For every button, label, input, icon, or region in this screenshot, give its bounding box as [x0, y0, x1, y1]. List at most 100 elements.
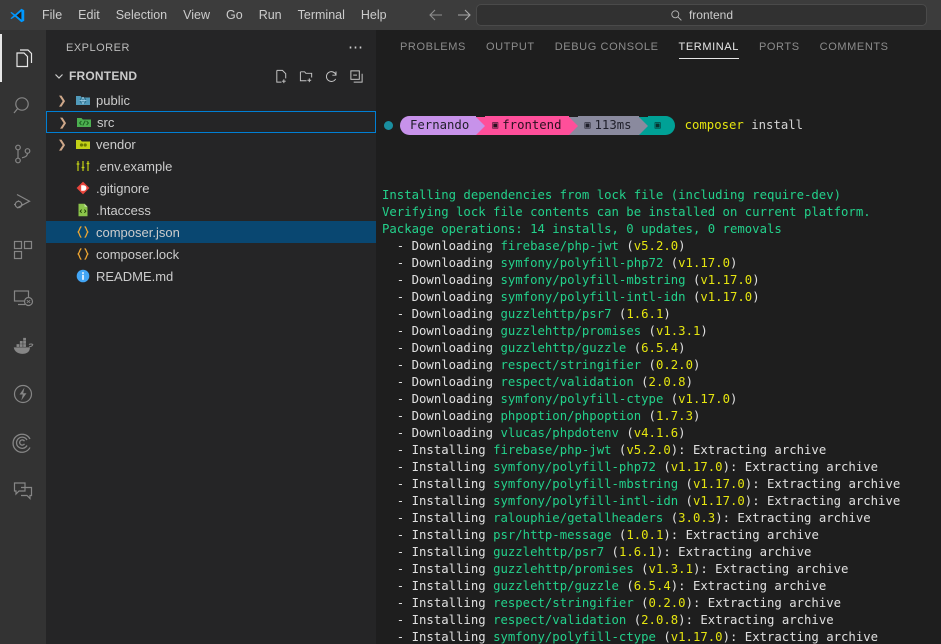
ellipsis-icon[interactable]: ⋯ — [348, 40, 364, 55]
arrow-left-icon[interactable] — [423, 5, 449, 25]
tree-item-composer-lock[interactable]: ❯ composer.lock — [46, 243, 376, 265]
tree-item-label: src — [97, 114, 115, 130]
terminal-text: 1.6.1 — [618, 545, 656, 559]
terminal-text: ( — [618, 426, 634, 440]
tree-item-env-example[interactable]: ❯ .env.example — [46, 155, 376, 177]
json-file-icon — [74, 246, 92, 262]
activity-remote-explorer[interactable] — [0, 274, 46, 322]
terminal-text: v1.17.0 — [700, 273, 753, 287]
refresh-icon[interactable] — [323, 68, 339, 84]
menu-go[interactable]: Go — [218, 4, 251, 26]
menu-help[interactable]: Help — [353, 4, 395, 26]
tree-item-gitignore[interactable]: ❯ .gitignore — [46, 177, 376, 199]
terminal-text: - Downloading — [382, 341, 501, 355]
chevron-down-icon — [52, 70, 66, 82]
tab-comments[interactable]: COMMENTS — [810, 30, 899, 63]
tree-item-readme[interactable]: ❯ README.md — [46, 265, 376, 287]
terminal-text: v1.17.0 — [678, 392, 730, 406]
activity-docker[interactable] — [0, 322, 46, 370]
terminal-text: symfony/polyfill-ctype — [493, 630, 656, 644]
prompt-separator — [568, 116, 578, 135]
terminal-text: - Installing — [382, 477, 494, 491]
folder-name: FRONTEND — [69, 69, 138, 83]
terminal-text: - Downloading — [382, 358, 501, 372]
terminal-text: ) — [678, 239, 686, 253]
menu-file[interactable]: File — [34, 4, 70, 26]
terminal-text: ) — [692, 409, 701, 423]
activity-run-and-debug[interactable] — [0, 178, 46, 226]
terminal-text: ( — [633, 562, 649, 576]
folder-section-header[interactable]: FRONTEND — [46, 65, 376, 87]
terminal-line: - Installing guzzlehttp/psr7 (1.6.1): Ex… — [382, 544, 941, 561]
vscode-logo-icon — [0, 7, 34, 24]
activity-explorer[interactable] — [0, 34, 46, 82]
terminal-text: vlucas/phpdotenv — [500, 426, 619, 440]
activity-source-control[interactable] — [0, 130, 46, 178]
new-file-icon[interactable] — [273, 68, 289, 84]
tree-item-htaccess[interactable]: ❯ .htaccess — [46, 199, 376, 221]
activity-comments[interactable] — [0, 466, 46, 514]
terminal-line: - Downloading vlucas/phpdotenv (v4.1.6) — [382, 425, 941, 442]
tab-terminal[interactable]: TERMINAL — [669, 30, 749, 63]
tree-spacer: ❯ — [54, 182, 70, 195]
menu-view[interactable]: View — [175, 4, 218, 26]
prompt-separator — [476, 116, 486, 135]
terminal-text: Package operations: 14 installs, 0 updat… — [382, 222, 782, 236]
tree-item-label: README.md — [96, 268, 174, 284]
menu-run[interactable]: Run — [251, 4, 290, 26]
tree-item-label: composer.lock — [96, 246, 180, 262]
tree-item-public[interactable]: ❯ public — [46, 89, 376, 111]
terminal-line: - Downloading phpoption/phpoption (1.7.3… — [382, 408, 941, 425]
tree-item-composer-json[interactable]: ❯ composer.json — [46, 221, 376, 243]
terminal-text: ( — [655, 630, 671, 644]
command-arg: install — [751, 118, 804, 132]
collapse-all-icon[interactable] — [348, 68, 364, 84]
terminal-text: symfony/polyfill-ctype — [500, 392, 664, 406]
activity-search[interactable] — [0, 82, 46, 130]
terminal-command: composer install — [685, 117, 803, 134]
terminal-line: - Downloading symfony/polyfill-ctype (v1… — [382, 391, 941, 408]
menu-selection[interactable]: Selection — [108, 4, 175, 26]
tab-debug-console[interactable]: DEBUG CONSOLE — [545, 30, 669, 63]
globe-folder-icon — [74, 92, 92, 108]
tab-problems[interactable]: PROBLEMS — [390, 30, 476, 63]
tree-spacer: ❯ — [54, 226, 70, 239]
terminal-text: symfony/polyfill-php72 — [493, 460, 656, 474]
tab-output[interactable]: OUTPUT — [476, 30, 545, 63]
terminal-text: - Downloading — [382, 307, 501, 321]
terminal-text: ( — [626, 613, 642, 627]
activity-radar[interactable] — [0, 418, 46, 466]
prompt-separator — [638, 116, 648, 135]
arrow-right-icon[interactable] — [451, 5, 477, 25]
code-folder-icon — [75, 114, 93, 130]
terminal-text: phpoption/phpoption — [500, 409, 642, 423]
terminal-text: - Installing — [382, 562, 494, 576]
tree-item-vendor[interactable]: ❯ vendor — [46, 133, 376, 155]
search-input[interactable]: frontend — [476, 4, 927, 26]
menu-terminal[interactable]: Terminal — [290, 4, 353, 26]
terminal-text: ): Extracting archive — [655, 545, 812, 559]
terminal-text: - Installing — [382, 494, 494, 508]
terminal-text: guzzlehttp/promises — [493, 562, 634, 576]
terminal-text: ): Extracting archive — [678, 613, 834, 627]
terminal-line: - Downloading firebase/php-jwt (v5.2.0) — [382, 238, 941, 255]
terminal-text: ) — [729, 392, 738, 406]
terminal-text: - Downloading — [382, 426, 501, 440]
terminal-lines: Installing dependencies from lock file (… — [382, 187, 941, 644]
terminal-text: - Installing — [382, 511, 494, 525]
tab-ports[interactable]: PORTS — [749, 30, 810, 63]
tree-item-src[interactable]: ❯ src — [46, 111, 376, 133]
terminal-text: ) — [729, 256, 738, 270]
terminal-output[interactable]: Fernando ▣ frontend ▣ 113ms ▣ composer i… — [376, 63, 941, 644]
menu-edit[interactable]: Edit — [70, 4, 108, 26]
activity-thunder-client[interactable] — [0, 370, 46, 418]
terminal-text: 0.2.0 — [648, 596, 686, 610]
terminal-text: ) — [700, 324, 708, 338]
folder-actions — [273, 68, 376, 84]
title-bar: File Edit Selection View Go Run Terminal… — [0, 0, 941, 30]
terminal-text: guzzlehttp/guzzle — [493, 579, 619, 593]
terminal-text: v1.17.0 — [692, 494, 745, 508]
activity-extensions[interactable] — [0, 226, 46, 274]
terminal-text: ( — [618, 579, 634, 593]
new-folder-icon[interactable] — [298, 68, 314, 84]
